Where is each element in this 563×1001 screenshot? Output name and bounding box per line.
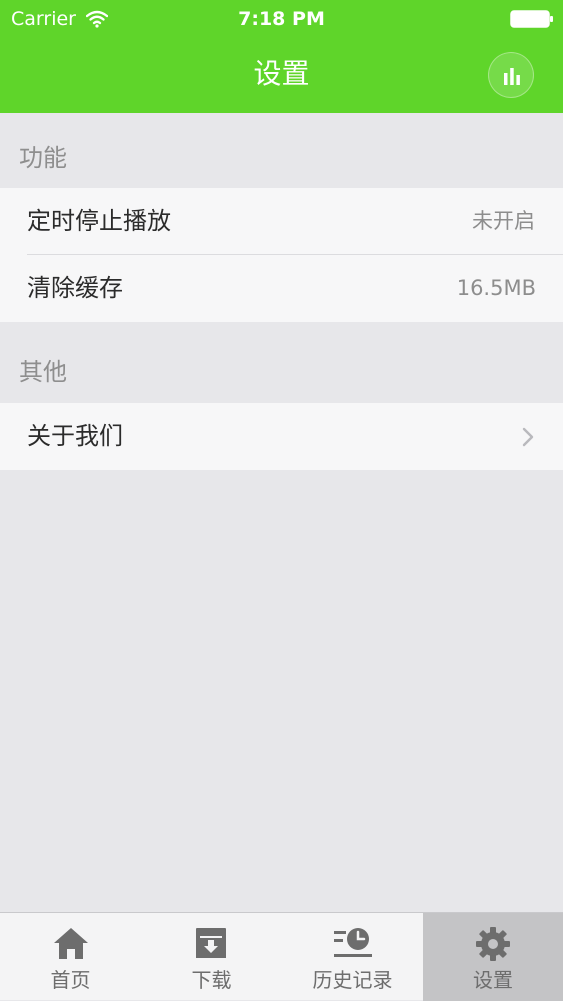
sleep-timer-status: 未开启: [472, 209, 535, 233]
home-icon: [54, 928, 88, 959]
row-label: 清除缓存: [27, 274, 123, 302]
status-time: 7:18 PM: [238, 8, 325, 30]
row-about-us[interactable]: 关于我们: [0, 403, 563, 470]
tab-label: 历史记录: [312, 968, 393, 992]
stats-button[interactable]: [488, 52, 534, 98]
tab-label: 首页: [50, 968, 91, 992]
row-label: 关于我们: [27, 422, 123, 450]
tab-download[interactable]: 下载: [141, 913, 282, 1001]
gear-icon: [476, 927, 510, 961]
tab-home[interactable]: 首页: [0, 913, 141, 1001]
chart-bars-icon: [504, 68, 520, 85]
status-bar: Carrier 7:18 PM: [0, 0, 563, 38]
page-title: 设置: [253, 57, 310, 90]
battery-icon: [510, 10, 554, 28]
tab-history[interactable]: 历史记录: [282, 913, 423, 1001]
history-clock-icon: [334, 928, 372, 957]
section-header-features: 功能: [19, 144, 67, 172]
row-label: 定时停止播放: [27, 207, 171, 235]
section-header-other: 其他: [19, 358, 67, 386]
tab-bar: 首页 下载 历史记录 设置: [0, 912, 563, 1001]
tab-label: 设置: [473, 968, 513, 992]
chevron-right-icon: [522, 427, 534, 447]
tab-settings[interactable]: 设置: [423, 913, 563, 1001]
download-box-icon: [196, 928, 226, 958]
tab-label: 下载: [191, 968, 232, 992]
row-sleep-timer[interactable]: 定时停止播放 未开启: [0, 188, 563, 255]
cache-size: 16.5MB: [456, 276, 536, 300]
row-clear-cache[interactable]: 清除缓存 16.5MB: [0, 255, 563, 322]
nav-header: Carrier 7:18 PM 设置: [0, 0, 563, 113]
